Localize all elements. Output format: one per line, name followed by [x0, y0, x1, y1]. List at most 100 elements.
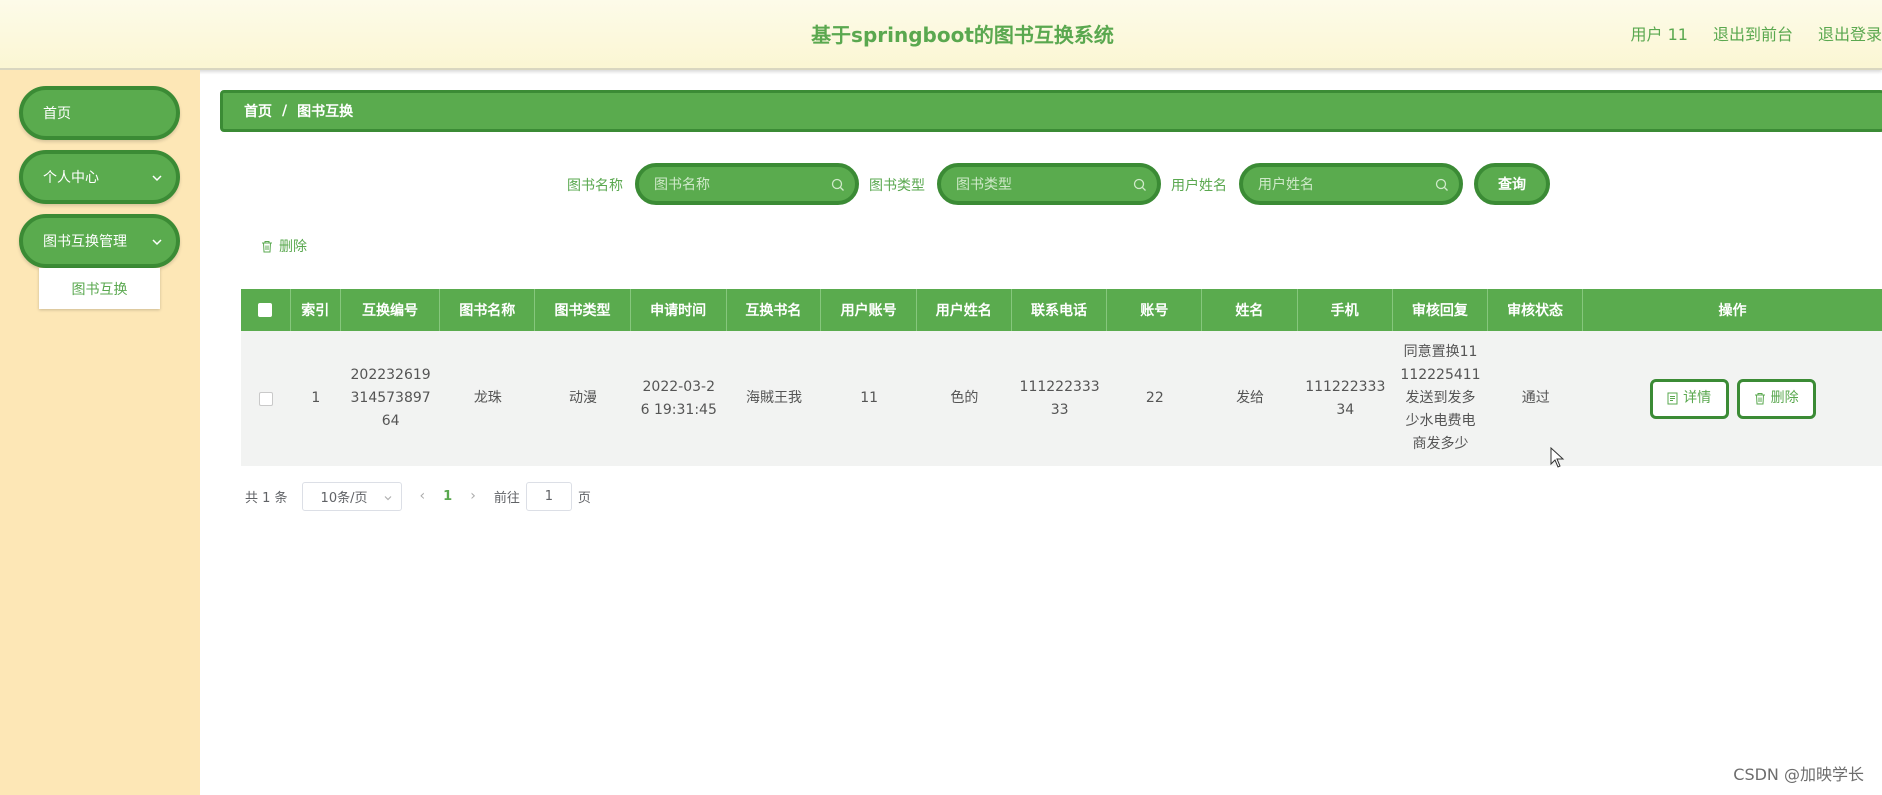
cell-line: 34 [1336, 401, 1355, 418]
column-header: 互换编号 [341, 289, 441, 331]
cell-user-name: 色的 [950, 390, 979, 406]
cell-line: 314573897 [350, 390, 431, 406]
mouse-cursor-icon [1550, 447, 1565, 468]
next-page-button[interactable]: › [470, 488, 476, 504]
sidebar-item-label: 图书互换管理 [43, 234, 127, 250]
sidebar: 首页 个人中心 图书互换管理 图书互换 [0, 70, 200, 795]
breadcrumb-current: 图书互换 [297, 104, 354, 120]
sidebar-item-personal-center[interactable]: 个人中心 [19, 150, 180, 204]
chevron-down-icon [152, 239, 162, 246]
delete-button[interactable]: 删除 [1736, 378, 1816, 419]
top-header: 基于springboot的图书互换系统 用户 11 退出到前台 退出登录 [0, 0, 1882, 70]
back-to-front-link[interactable]: 退出到前台 [1713, 21, 1793, 45]
column-header: 用户姓名 [917, 289, 1012, 331]
page-size-value: 10条/页 [320, 490, 368, 506]
breadcrumb-separator: / [282, 103, 288, 119]
goto-label: 前往 [493, 490, 520, 506]
page-number-current[interactable]: 1 [443, 489, 452, 504]
total-count: 共 1 条 [245, 490, 288, 506]
column-header: 索引 [291, 289, 341, 331]
header-nav: 用户 11 退出到前台 退出登录 [1631, 21, 1882, 45]
chevron-down-icon [384, 495, 391, 500]
cell-status: 通过 [1521, 390, 1550, 406]
submenu-item-book-exchange[interactable]: 图书互换 [39, 268, 160, 309]
cell-line: 64 [381, 413, 400, 429]
goto-page-input[interactable]: 1 [525, 481, 572, 511]
book-type-input[interactable]: 图书类型 [937, 163, 1161, 205]
book-name-placeholder: 图书名称 [654, 177, 710, 193]
select-all-checkbox[interactable] [258, 303, 273, 317]
cell-line: 202232619 [350, 367, 431, 383]
cell-account: 22 [1145, 390, 1164, 406]
column-header: 审核回复 [1393, 289, 1489, 331]
sidebar-item-label: 首页 [43, 106, 71, 122]
cell-book-name: 龙珠 [473, 390, 502, 406]
column-header: 手机 [1298, 289, 1393, 331]
column-header: 用户账号 [821, 289, 917, 331]
book-type-label: 图书类型 [869, 178, 925, 194]
page-suffix: 页 [577, 490, 591, 506]
cell-line: 商发多少 [1412, 436, 1469, 452]
delete-button-label: 删除 [1770, 390, 1799, 406]
table-row: 1 202232619 314573897 64 龙珠 动漫 2022-03-2… [241, 331, 1882, 466]
column-header: 联系电话 [1012, 289, 1108, 331]
cell-reply: 同意置换11 112225411 发送到发多 少水电费电 商发多少 [1393, 331, 1489, 466]
cell-line: 同意置换11 [1403, 344, 1478, 360]
cell-index: 1 [311, 390, 321, 406]
detail-button[interactable]: 详情 [1649, 378, 1729, 419]
user-name-placeholder: 用户姓名 [1258, 177, 1314, 193]
breadcrumb: 首页 / 图书互换 [220, 90, 1882, 132]
page-size-select[interactable]: 10条/页 [301, 481, 402, 511]
book-type-placeholder: 图书类型 [956, 177, 1012, 193]
logout-link[interactable]: 退出登录 [1818, 21, 1882, 45]
book-name-input[interactable]: 图书名称 [635, 163, 859, 205]
cell-line: 33 [1050, 401, 1069, 418]
sidebar-item-home[interactable]: 首页 [19, 86, 180, 140]
column-header: 图书名称 [440, 289, 536, 331]
query-button[interactable]: 查询 [1474, 163, 1550, 205]
cell-name: 发给 [1236, 390, 1265, 406]
cell-line: 2022-03-2 [642, 378, 715, 395]
cell-line: 111222333 [1305, 378, 1386, 395]
row-checkbox[interactable] [258, 391, 273, 406]
user-label[interactable]: 用户 11 [1631, 21, 1688, 45]
user-name-label: 用户姓名 [1171, 178, 1227, 194]
trash-icon [262, 240, 272, 252]
column-header: 审核状态 [1488, 289, 1583, 331]
column-header: 姓名 [1202, 289, 1298, 331]
exchange-table: 索引 互换编号 图书名称 图书类型 申请时间 互换书名 用户账号 用户姓名 联系… [241, 289, 1882, 466]
cell-line: 112225411 [1400, 367, 1481, 383]
prev-page-button[interactable]: ‹ [420, 488, 426, 504]
column-header: 账号 [1107, 289, 1203, 331]
bulk-delete-button[interactable]: 删除 [261, 236, 307, 256]
column-header: 申请时间 [631, 289, 727, 331]
search-icon [1133, 178, 1146, 191]
bulk-delete-label: 删除 [279, 239, 307, 255]
cell-exchange-no: 202232619 314573897 64 [341, 331, 441, 466]
row-select-cell [241, 331, 291, 466]
pagination: 共 1 条 10条/页 ‹ 1 › 前往 1 页 [245, 481, 591, 511]
watermark: CSDN @加映学长 [1733, 765, 1864, 784]
breadcrumb-home[interactable]: 首页 [244, 101, 272, 121]
cell-apply-time: 2022-03-2 6 19:31:45 [631, 331, 727, 466]
column-header: 互换书名 [727, 289, 822, 331]
sidebar-item-label: 个人中心 [43, 170, 99, 186]
trash-icon [1754, 393, 1765, 405]
cell-line: 6 19:31:45 [640, 401, 717, 418]
detail-button-label: 详情 [1683, 390, 1712, 406]
select-all-cell [241, 289, 291, 331]
search-icon [1435, 178, 1448, 191]
cell-phone: 111222333 33 [1012, 331, 1108, 466]
book-name-label: 图书名称 [567, 178, 623, 194]
cell-exchange-book: 海賊王我 [745, 390, 802, 406]
cell-book-type: 动漫 [569, 390, 598, 406]
chevron-down-icon [152, 175, 162, 182]
user-name-input[interactable]: 用户姓名 [1239, 163, 1463, 205]
table-header: 索引 互换编号 图书名称 图书类型 申请时间 互换书名 用户账号 用户姓名 联系… [241, 289, 1882, 331]
cell-line: 发送到发多 [1405, 390, 1476, 406]
cell-line: 111222333 [1019, 378, 1100, 395]
document-icon [1667, 392, 1678, 405]
sidebar-item-exchange-management[interactable]: 图书互换管理 [19, 214, 180, 268]
system-title: 基于springboot的图书互换系统 [811, 23, 1114, 47]
column-header: 操作 [1718, 303, 1747, 319]
